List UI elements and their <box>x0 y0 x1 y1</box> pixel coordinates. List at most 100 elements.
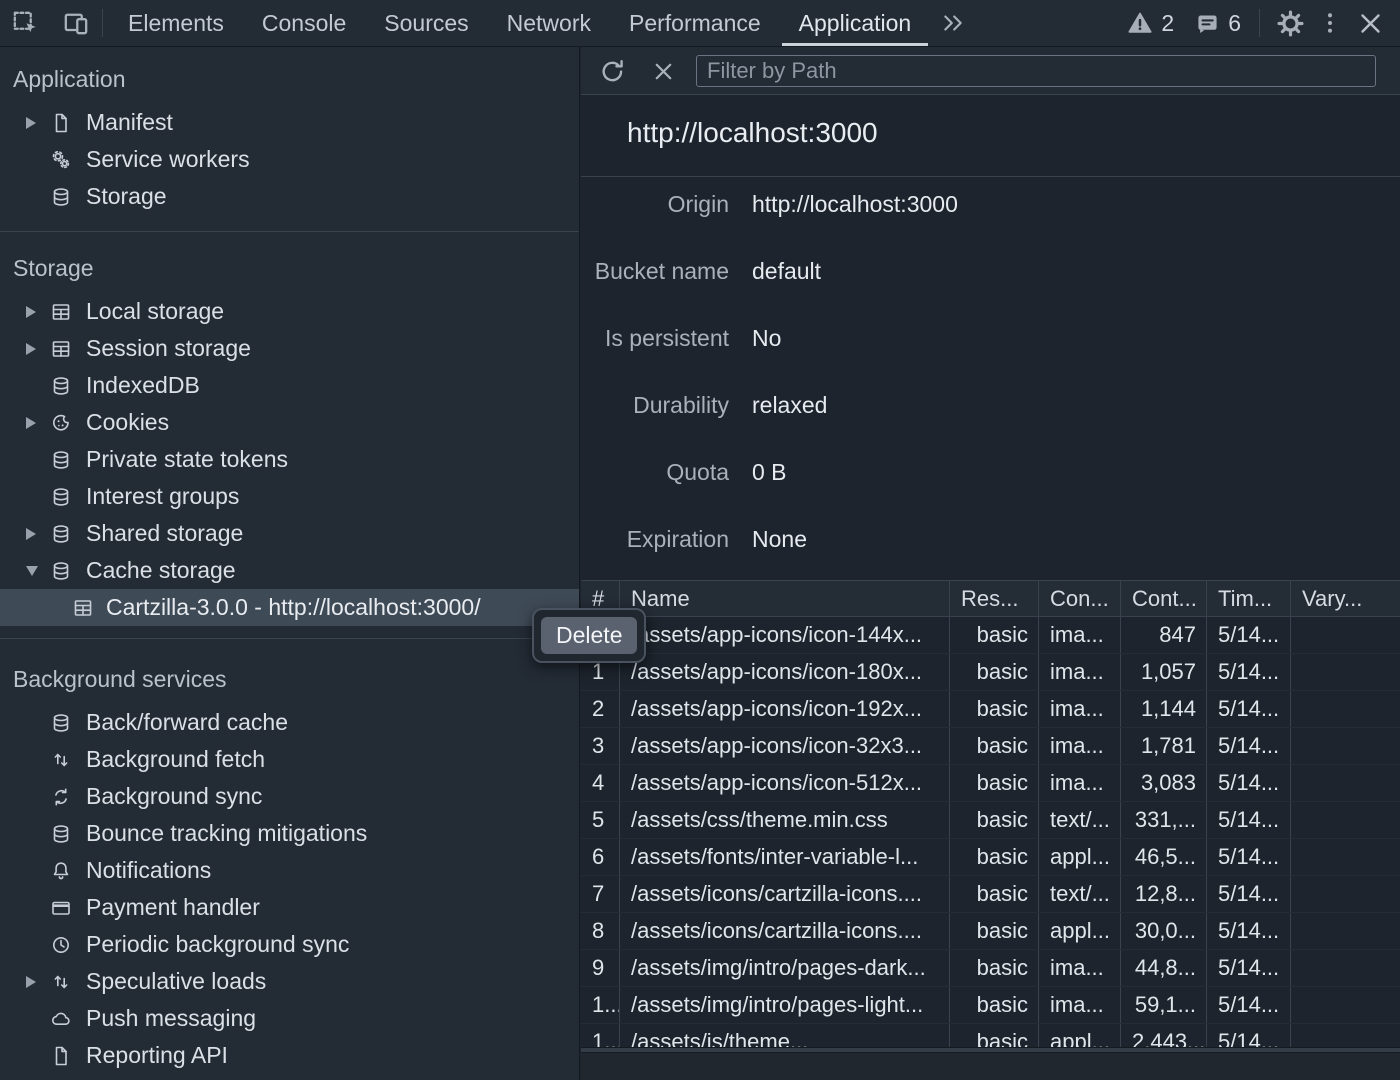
sidebar-item-back-forward-cache[interactable]: Back/forward cache <box>0 704 579 741</box>
toggle-device-toolbar-button[interactable] <box>50 0 102 46</box>
tab-network[interactable]: Network <box>488 0 610 46</box>
column-header-cont[interactable]: Cont... <box>1121 581 1207 616</box>
tab-console[interactable]: Console <box>243 0 365 46</box>
entry-content-length: 847 <box>1121 617 1207 653</box>
sidebar-item-manifest[interactable]: Manifest <box>0 104 579 141</box>
detail-key: Durability <box>581 392 729 445</box>
entry-index: 9 <box>581 950 620 986</box>
cache-entry-row[interactable]: 8/assets/icons/cartzilla-icons....basica… <box>581 913 1400 950</box>
sidebar-item-background-sync[interactable]: Background sync <box>0 778 579 815</box>
sidebar-item-label: IndexedDB <box>86 372 200 399</box>
context-menu-item-delete[interactable]: Delete <box>541 617 637 654</box>
sidebar-section-background-services: Background servicesBack/forward cacheBac… <box>0 639 579 1080</box>
inspect-element-button[interactable] <box>0 0 50 46</box>
column-header-res[interactable]: Res... <box>950 581 1039 616</box>
console-messages-button[interactable] <box>1190 0 1224 47</box>
detail-key: Origin <box>581 191 729 244</box>
expander-right-icon[interactable] <box>26 528 50 540</box>
cache-entry-row[interactable]: 1/assets/app-icons/icon-180x...basicima.… <box>581 654 1400 691</box>
entry-content-length: 2,443... <box>1121 1024 1207 1047</box>
sidebar-item-reporting-api[interactable]: Reporting API <box>0 1037 579 1074</box>
cache-entry-row[interactable]: 1.../assets/js/theme...basicappl...2,443… <box>581 1024 1400 1047</box>
cache-entry-row[interactable]: 2/assets/app-icons/icon-192x...basicima.… <box>581 691 1400 728</box>
sidebar-item-bounce-tracking-mitigations[interactable]: Bounce tracking mitigations <box>0 815 579 852</box>
warnings-button[interactable] <box>1123 0 1157 47</box>
database-icon <box>50 823 72 845</box>
sidebar-item-service-workers[interactable]: Service workers <box>0 141 579 178</box>
sidebar-item-background-fetch[interactable]: Background fetch <box>0 741 579 778</box>
toolbar-right-actions: 2 6 <box>1123 0 1400 46</box>
sidebar-item-label: Background fetch <box>86 746 265 773</box>
sidebar-item-label: Notifications <box>86 857 211 884</box>
cache-entry-row[interactable]: 6/assets/fonts/inter-variable-l...basica… <box>581 839 1400 876</box>
sidebar-item-push-messaging[interactable]: Push messaging <box>0 1000 579 1037</box>
entry-response-type: basic <box>950 876 1039 912</box>
expander-right-icon[interactable] <box>26 343 50 355</box>
tab-elements[interactable]: Elements <box>109 0 243 46</box>
entry-name: /assets/icons/cartzilla-icons.... <box>620 876 950 912</box>
sidebar-item-shared-storage[interactable]: Shared storage <box>0 515 579 552</box>
sidebar-item-cartzilla-3-0-0-http-localhost-3000[interactable]: Cartzilla-3.0.0 - http://localhost:3000/ <box>0 589 579 626</box>
cache-entry-row[interactable]: 0/assets/app-icons/icon-144x...basicima.… <box>581 617 1400 654</box>
entry-time-cached: 5/14... <box>1207 802 1291 838</box>
column-header-tim[interactable]: Tim... <box>1207 581 1291 616</box>
application-panel-sidebar: ApplicationManifestService workersStorag… <box>0 47 580 1080</box>
sidebar-item-private-state-tokens[interactable]: Private state tokens <box>0 441 579 478</box>
entry-content-type: ima... <box>1039 654 1121 690</box>
sidebar-item-notifications[interactable]: Notifications <box>0 852 579 889</box>
column-header-con[interactable]: Con... <box>1039 581 1121 616</box>
entry-vary-header <box>1291 654 1400 690</box>
entry-content-length: 3,083 <box>1121 765 1207 801</box>
entry-content-type: ima... <box>1039 987 1121 1023</box>
entry-time-cached: 5/14... <box>1207 876 1291 912</box>
database-icon <box>50 449 72 471</box>
expander-right-icon[interactable] <box>26 417 50 429</box>
cache-entry-row[interactable]: 9/assets/img/intro/pages-dark...basicima… <box>581 950 1400 987</box>
close-devtools-button[interactable] <box>1350 0 1390 47</box>
sidebar-item-cookies[interactable]: Cookies <box>0 404 579 441</box>
entry-response-type: basic <box>950 913 1039 949</box>
sidebar-item-interest-groups[interactable]: Interest groups <box>0 478 579 515</box>
sidebar-item-cache-storage[interactable]: Cache storage <box>0 552 579 589</box>
entry-response-type: basic <box>950 802 1039 838</box>
entry-vary-header <box>1291 1024 1400 1047</box>
cache-entry-row[interactable]: 1.../assets/img/intro/pages-light...basi… <box>581 987 1400 1024</box>
entry-response-type: basic <box>950 654 1039 690</box>
filter-by-path-input[interactable] <box>696 55 1376 87</box>
entry-index: 7 <box>581 876 620 912</box>
double-chevron-right-icon <box>940 10 966 36</box>
settings-button[interactable] <box>1270 0 1310 47</box>
entry-content-length: 1,781 <box>1121 728 1207 764</box>
refresh-button[interactable] <box>597 56 627 86</box>
cache-entry-row[interactable]: 4/assets/app-icons/icon-512x...basicima.… <box>581 765 1400 802</box>
expander-right-icon[interactable] <box>26 306 50 318</box>
sidebar-item-speculative-loads[interactable]: Speculative loads <box>0 963 579 1000</box>
sidebar-item-payment-handler[interactable]: Payment handler <box>0 889 579 926</box>
column-header-vary[interactable]: Vary... <box>1291 581 1400 616</box>
sidebar-item-storage[interactable]: Storage <box>0 178 579 215</box>
menu-button[interactable] <box>1310 0 1350 47</box>
cache-entry-row[interactable]: 7/assets/icons/cartzilla-icons....basict… <box>581 876 1400 913</box>
expander-right-icon[interactable] <box>26 117 50 129</box>
detail-key: Quota <box>581 459 729 512</box>
cookie-icon <box>50 412 72 434</box>
sidebar-item-session-storage[interactable]: Session storage <box>0 330 579 367</box>
expander-down-icon[interactable] <box>26 566 50 576</box>
entry-vary-header <box>1291 728 1400 764</box>
more-tabs-button[interactable] <box>930 0 976 46</box>
sidebar-item-periodic-background-sync[interactable]: Periodic background sync <box>0 926 579 963</box>
expander-right-icon[interactable] <box>26 976 50 988</box>
cache-entry-row[interactable]: 3/assets/app-icons/icon-32x3...basicima.… <box>581 728 1400 765</box>
detail-value: relaxed <box>752 392 827 445</box>
clear-cache-button[interactable] <box>648 56 678 86</box>
sidebar-item-indexeddb[interactable]: IndexedDB <box>0 367 579 404</box>
cache-entry-row[interactable]: 5/assets/css/theme.min.cssbasictext/...3… <box>581 802 1400 839</box>
entry-index: 1... <box>581 1024 620 1047</box>
tab-sources[interactable]: Sources <box>365 0 487 46</box>
column-header-name[interactable]: Name <box>620 581 950 616</box>
sidebar-item-local-storage[interactable]: Local storage <box>0 293 579 330</box>
clock-icon <box>50 934 72 956</box>
tab-application[interactable]: Application <box>780 0 931 46</box>
entry-index: 5 <box>581 802 620 838</box>
tab-performance[interactable]: Performance <box>610 0 780 46</box>
